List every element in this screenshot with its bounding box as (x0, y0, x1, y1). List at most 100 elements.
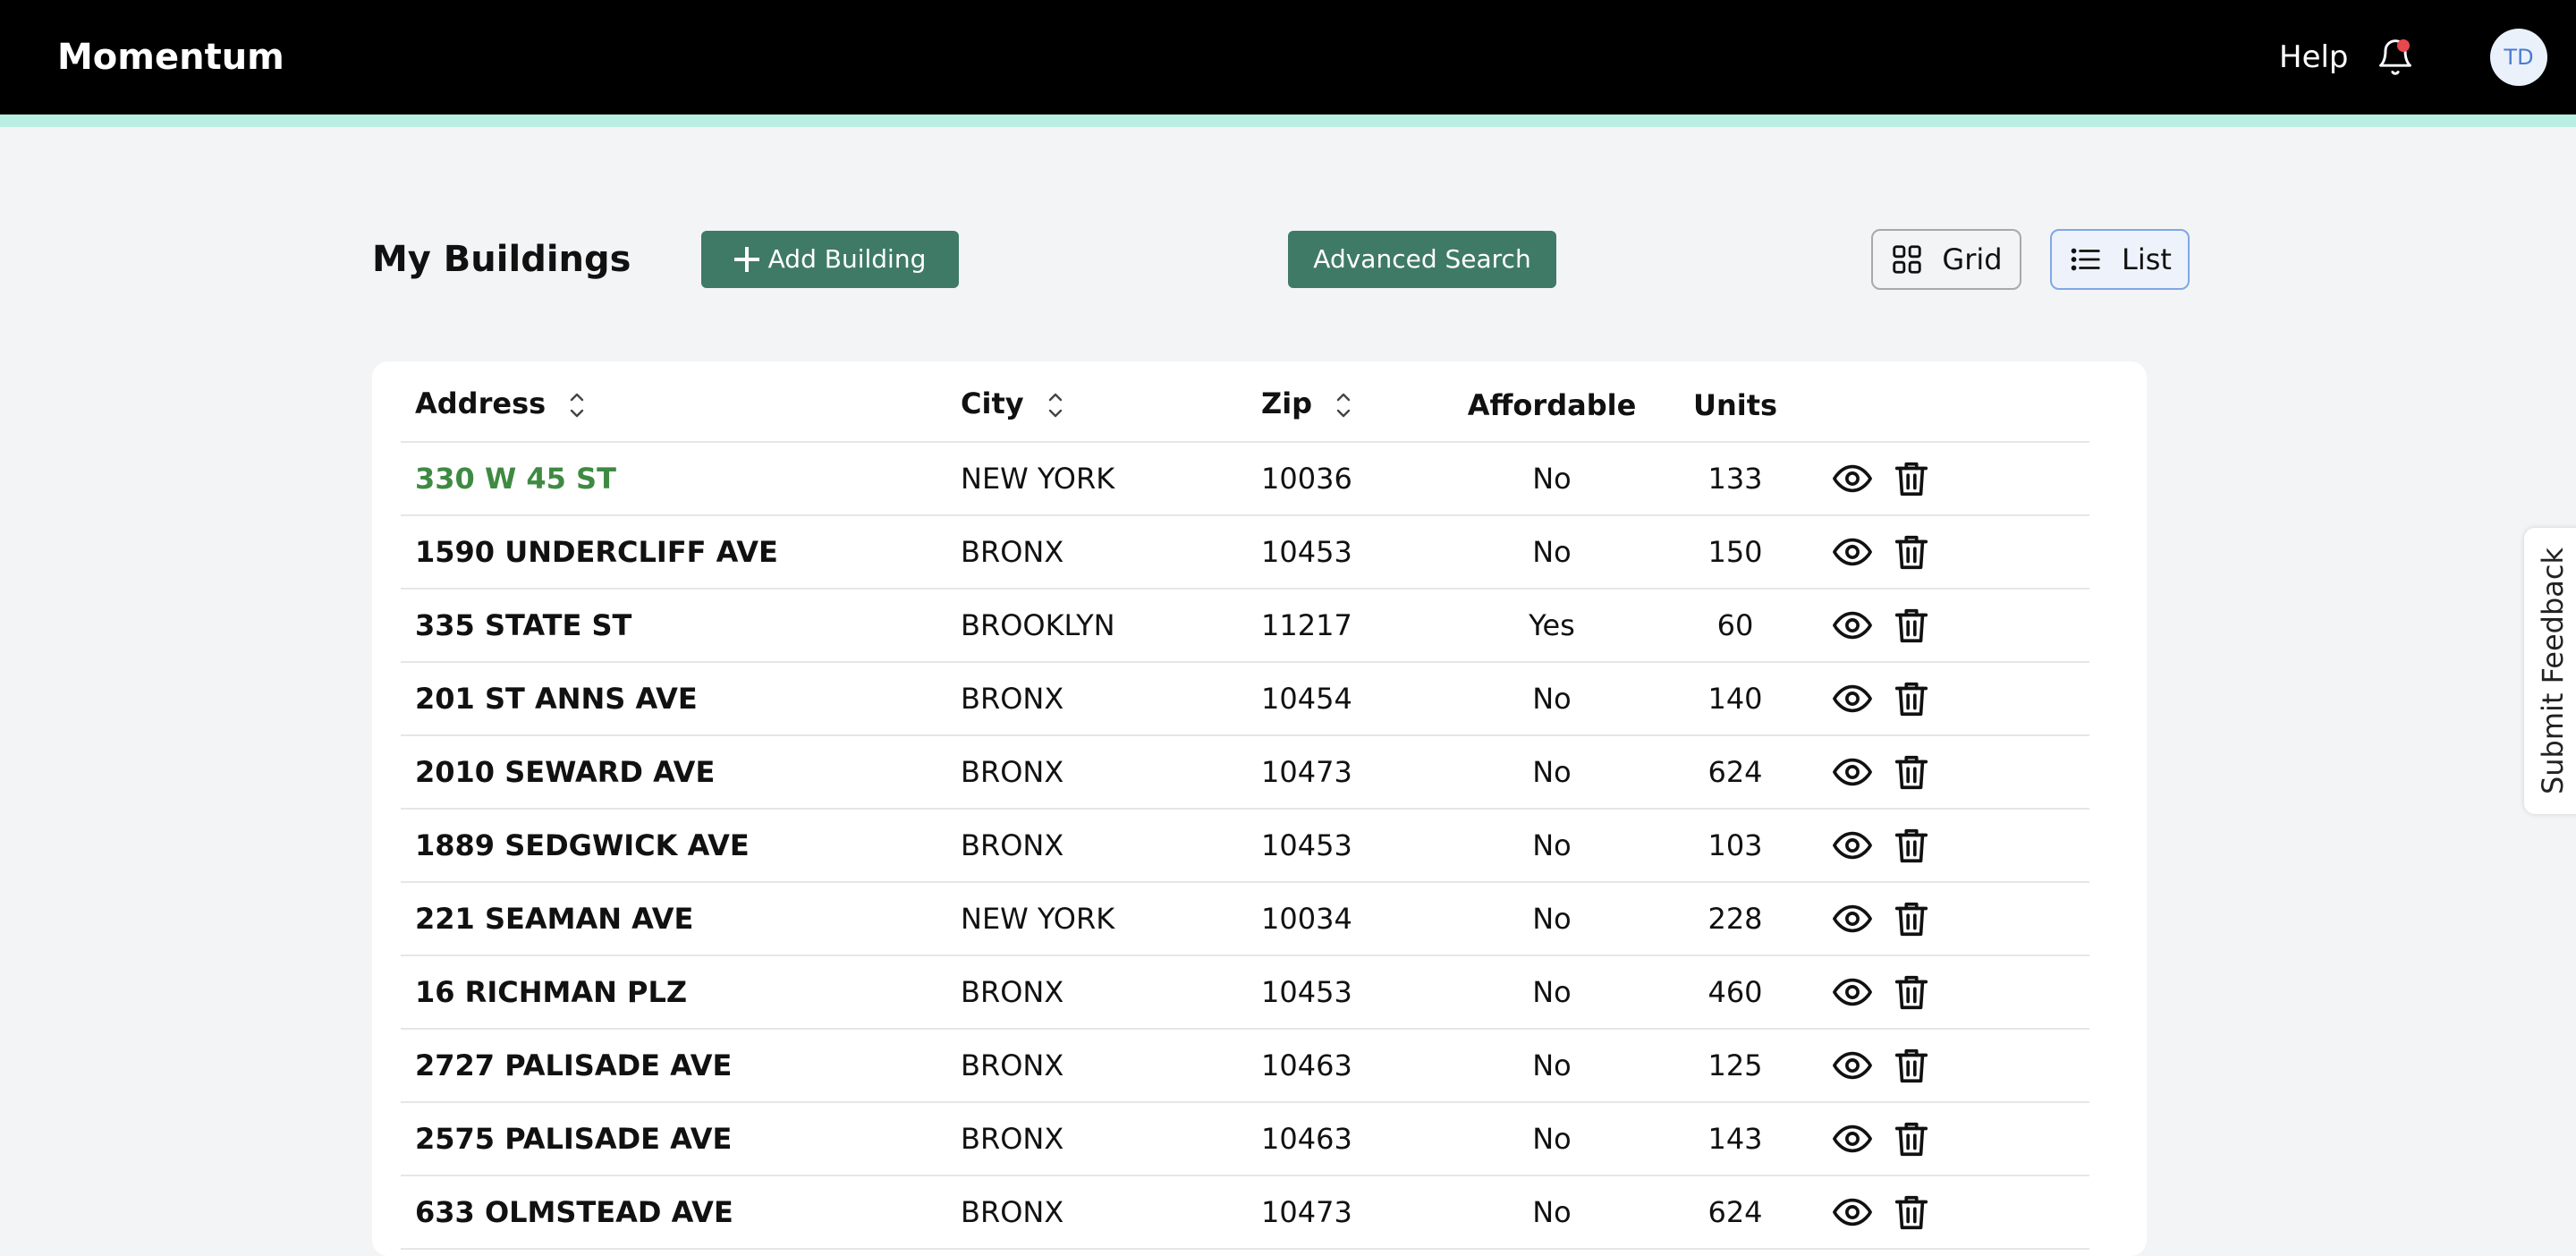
zip-cell: 11217 (1261, 589, 1449, 663)
table-row: 201 ST ANNS AVE BRONX 10454 No 140 (401, 662, 2089, 736)
eye-icon[interactable] (1832, 898, 1873, 939)
column-header-city[interactable]: City (961, 369, 1261, 443)
grid-view-label: Grid (1942, 242, 2003, 276)
eye-icon[interactable] (1832, 1192, 1873, 1233)
column-header-address[interactable]: Address (401, 369, 961, 443)
city-cell: BRONX (961, 1029, 1261, 1103)
address-cell[interactable]: 335 STATE ST (401, 589, 961, 663)
units-cell: 140 (1655, 662, 1816, 736)
trash-icon[interactable] (1891, 605, 1932, 646)
eye-icon[interactable] (1832, 458, 1873, 499)
city-cell: BROOKLYN (961, 589, 1261, 663)
address-cell[interactable]: 1889 SEDGWICK AVE (401, 809, 961, 883)
city-cell: NEW YORK (961, 882, 1261, 956)
column-header-actions (1816, 369, 2089, 443)
trash-icon[interactable] (1891, 1118, 1932, 1159)
actions-cell (1816, 515, 2089, 590)
address-cell[interactable]: 1590 UNDERCLIFF AVE (401, 515, 961, 590)
units-cell: 150 (1655, 515, 1816, 590)
eye-icon[interactable] (1832, 751, 1873, 793)
table-header-row: Address City Zip Affordable Units (401, 369, 2089, 443)
advanced-search-button[interactable]: Advanced Search (1288, 231, 1556, 288)
table-row: 16 RICHMAN PLZ BRONX 10453 No 460 (401, 955, 2089, 1030)
trash-icon[interactable] (1891, 531, 1932, 573)
affordable-cell: No (1449, 882, 1655, 956)
table-row: 2010 SEWARD AVE BRONX 10473 No 624 (401, 735, 2089, 810)
header-accent-line (0, 115, 2576, 127)
trash-icon[interactable] (1891, 1192, 1932, 1233)
eye-icon[interactable] (1832, 678, 1873, 719)
actions-cell (1816, 882, 2089, 956)
city-cell: BRONX (961, 515, 1261, 590)
address-cell[interactable]: 2010 SEWARD AVE (401, 735, 961, 810)
table-row: 221 SEAMAN AVE NEW YORK 10034 No 228 (401, 882, 2089, 956)
buildings-table-card: Address City Zip Affordable Units 330 W … (372, 361, 2147, 1256)
affordable-cell: No (1449, 1029, 1655, 1103)
affordable-cell: Yes (1449, 589, 1655, 663)
city-cell: BRONX (961, 1102, 1261, 1176)
zip-cell: 10453 (1261, 515, 1449, 590)
address-cell[interactable]: 201 ST ANNS AVE (401, 662, 961, 736)
units-cell: 60 (1655, 589, 1816, 663)
list-view-label: List (2122, 242, 2172, 276)
city-cell: BRONX (961, 735, 1261, 810)
eye-icon[interactable] (1832, 605, 1873, 646)
column-header-zip-label: Zip (1261, 386, 1313, 420)
trash-icon[interactable] (1891, 678, 1932, 719)
notification-dot (2397, 39, 2410, 52)
sort-icon[interactable] (1046, 387, 1064, 423)
units-cell: 228 (1655, 882, 1816, 956)
city-cell: BRONX (961, 955, 1261, 1030)
affordable-cell: No (1449, 735, 1655, 810)
submit-feedback-tab[interactable]: Submit Feedback (2524, 528, 2576, 814)
zip-cell: 10463 (1261, 1102, 1449, 1176)
address-cell[interactable]: 221 SEAMAN AVE (401, 882, 961, 956)
units-cell: 624 (1655, 735, 1816, 810)
top-navigation-bar (0, 0, 2576, 115)
actions-cell (1816, 442, 2089, 516)
grid-icon (1893, 245, 1922, 274)
units-cell: 143 (1655, 1102, 1816, 1176)
city-cell: BRONX (961, 662, 1261, 736)
affordable-cell: No (1449, 809, 1655, 883)
eye-icon[interactable] (1832, 825, 1873, 866)
eye-icon[interactable] (1832, 972, 1873, 1013)
city-cell: NEW YORK (961, 442, 1261, 516)
trash-icon[interactable] (1891, 972, 1932, 1013)
units-cell: 125 (1655, 1029, 1816, 1103)
trash-icon[interactable] (1891, 825, 1932, 866)
table-row: 2575 PALISADE AVE BRONX 10463 No 143 (401, 1102, 2089, 1176)
actions-cell (1816, 1029, 2089, 1103)
trash-icon[interactable] (1891, 1045, 1932, 1086)
address-cell[interactable]: 16 RICHMAN PLZ (401, 955, 961, 1030)
zip-cell: 10036 (1261, 442, 1449, 516)
add-building-button[interactable]: Add Building (701, 231, 959, 288)
help-link[interactable]: Help (2279, 32, 2349, 82)
address-cell[interactable]: 2727 PALISADE AVE (401, 1029, 961, 1103)
column-header-affordable: Affordable (1449, 369, 1655, 443)
actions-cell (1816, 735, 2089, 810)
add-building-label: Add Building (767, 244, 927, 274)
table-row: 2727 PALISADE AVE BRONX 10463 No 125 (401, 1029, 2089, 1103)
trash-icon[interactable] (1891, 751, 1932, 793)
sort-icon[interactable] (568, 387, 586, 423)
eye-icon[interactable] (1832, 531, 1873, 573)
address-cell[interactable]: 2575 PALISADE AVE (401, 1102, 961, 1176)
grid-view-button[interactable]: Grid (1871, 229, 2021, 290)
zip-cell: 10453 (1261, 809, 1449, 883)
zip-cell: 10454 (1261, 662, 1449, 736)
trash-icon[interactable] (1891, 458, 1932, 499)
user-avatar[interactable]: TD (2490, 29, 2547, 86)
eye-icon[interactable] (1832, 1118, 1873, 1159)
address-cell[interactable]: 330 W 45 ST (401, 442, 961, 516)
table-row: 330 W 45 ST NEW YORK 10036 No 133 (401, 442, 2089, 516)
column-header-zip[interactable]: Zip (1261, 369, 1449, 443)
affordable-cell: No (1449, 1102, 1655, 1176)
sort-icon[interactable] (1335, 387, 1352, 423)
app-logo[interactable]: Momentum (57, 32, 284, 82)
list-view-button[interactable]: List (2050, 229, 2190, 290)
actions-cell (1816, 809, 2089, 883)
plus-icon (733, 247, 759, 272)
trash-icon[interactable] (1891, 898, 1932, 939)
eye-icon[interactable] (1832, 1045, 1873, 1086)
